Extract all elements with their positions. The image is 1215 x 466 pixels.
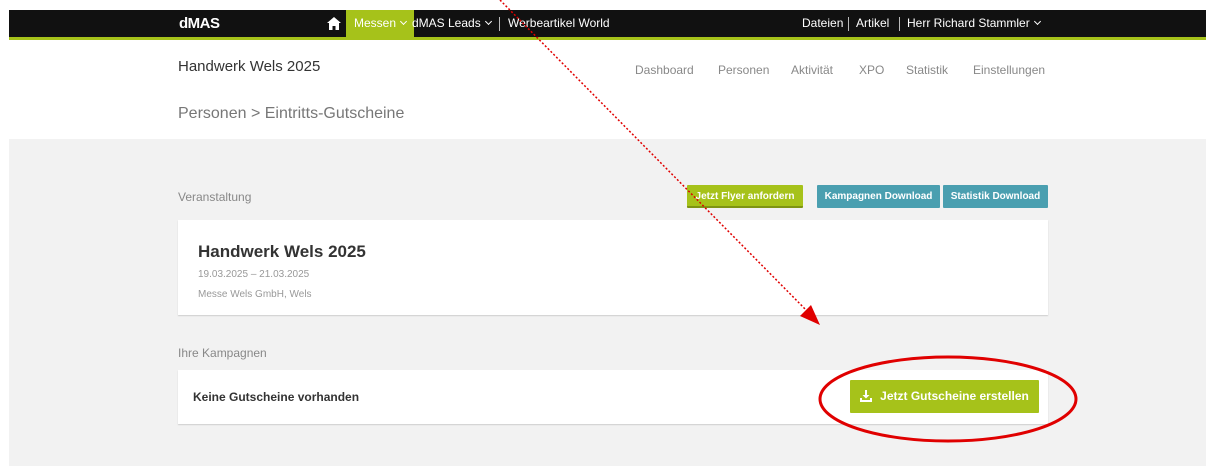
event-dates: 19.03.2025 – 21.03.2025 — [198, 269, 310, 280]
user-name: Herr Richard Stammler — [907, 16, 1030, 30]
section-label-veranstaltung: Veranstaltung — [178, 190, 252, 204]
chevron-down-icon — [484, 17, 492, 26]
breadcrumb: Personen > Eintritts-Gutscheine — [178, 105, 405, 122]
nav-dmas-leads[interactable]: dMAS Leads — [412, 10, 492, 37]
home-icon[interactable] — [327, 17, 341, 30]
chevron-down-icon — [1033, 17, 1041, 26]
statistics-download-button[interactable]: Statistik Download — [943, 185, 1048, 208]
nav-messen-label: Messen — [354, 16, 397, 30]
brand-logo[interactable]: dMAS — [179, 10, 220, 37]
nav-divider — [499, 17, 500, 31]
nav-dateien[interactable]: Dateien — [802, 10, 843, 37]
chevron-down-icon — [399, 17, 408, 26]
nav-personen[interactable]: Personen — [718, 63, 769, 77]
user-menu[interactable]: Herr Richard Stammler — [907, 10, 1041, 37]
nav-divider — [848, 17, 849, 31]
campaigns-card: Keine Gutscheine vorhanden Jetzt Gutsche… — [178, 370, 1048, 424]
event-organizer: Messe Wels GmbH, Wels — [198, 289, 312, 300]
flyer-request-button[interactable]: Jetzt Flyer anfordern — [687, 185, 803, 208]
nav-dmas-leads-label: dMAS Leads — [412, 16, 481, 30]
campaign-download-button[interactable]: Kampagnen Download — [817, 185, 940, 208]
section-label-kampagnen: Ihre Kampagnen — [178, 346, 267, 360]
create-vouchers-button[interactable]: Jetzt Gutscheine erstellen — [850, 380, 1039, 413]
nav-messen[interactable]: Messen — [346, 10, 415, 37]
top-navigation-bar: dMAS Messen dMAS Leads Werbeartikel Worl… — [9, 10, 1206, 40]
nav-xpo[interactable]: XPO — [859, 63, 884, 77]
nav-einstellungen[interactable]: Einstellungen — [973, 63, 1045, 77]
nav-divider — [899, 17, 900, 31]
create-vouchers-label: Jetzt Gutscheine erstellen — [880, 389, 1029, 403]
event-card: Handwerk Wels 2025 19.03.2025 – 21.03.20… — [178, 220, 1048, 315]
nav-aktivitaet[interactable]: Aktivität — [791, 63, 833, 77]
event-card-title: Handwerk Wels 2025 — [198, 242, 366, 261]
event-title: Handwerk Wels 2025 — [178, 58, 321, 75]
download-icon — [860, 389, 873, 402]
screenshot-frame: dMAS Messen dMAS Leads Werbeartikel Worl… — [0, 0, 1215, 466]
nav-dashboard[interactable]: Dashboard — [635, 63, 694, 77]
nav-werbeartikel-world[interactable]: Werbeartikel World — [508, 10, 610, 37]
empty-state-text: Keine Gutscheine vorhanden — [193, 390, 360, 404]
nav-artikel[interactable]: Artikel — [856, 10, 889, 37]
nav-statistik[interactable]: Statistik — [906, 63, 948, 77]
